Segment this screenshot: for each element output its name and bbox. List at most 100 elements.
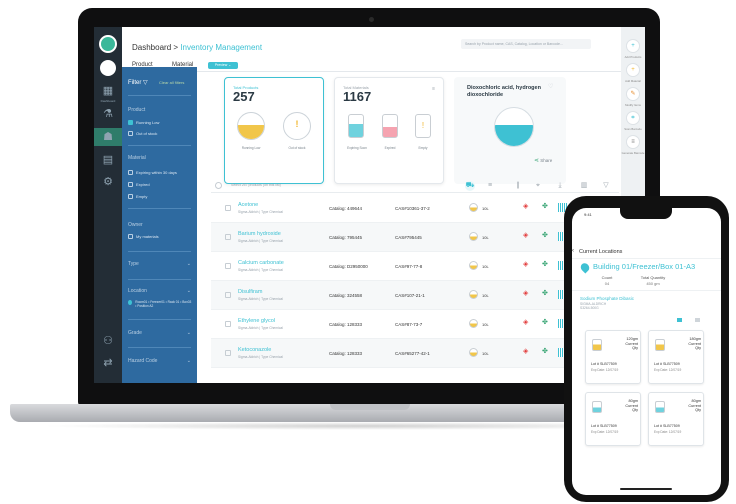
filter-section-type[interactable]: Type — [128, 261, 139, 267]
location-icon[interactable]: ⌖ — [533, 181, 543, 191]
lot-number: Lot # SLB77509 — [654, 362, 680, 366]
row-checkbox[interactable] — [225, 205, 231, 211]
hazard-icon: ◈ — [523, 319, 529, 326]
filter-section-product: Product — [128, 107, 146, 113]
switch-lab-icon[interactable]: ⇄ — [99, 354, 117, 372]
add-product-icon[interactable]: + — [626, 39, 640, 53]
product-meta: Sigma-Aldrich | Type Chemical — [238, 355, 283, 359]
user-avatar[interactable] — [100, 60, 116, 76]
table-row[interactable]: Ethylene glycol Sigma-Aldrich | Type Che… — [211, 310, 619, 339]
product-detail-card[interactable]: Dioxochloric acid, hydrogen dioxochlorid… — [454, 77, 566, 184]
trash-icon[interactable]: ▥ — [579, 181, 589, 191]
environment-icon: ✤ — [542, 290, 548, 297]
row-checkbox[interactable] — [225, 234, 231, 240]
checkbox[interactable] — [128, 131, 133, 136]
home-indicator — [620, 488, 672, 490]
table-row[interactable]: Barium hydroxide Sigma-Aldrich | Type Ch… — [211, 223, 619, 252]
preview-chip[interactable]: Preview ⌄ — [208, 62, 238, 69]
location-item-card[interactable]: 120gm Current Qty Lot # SLB77509 Exp Date:… — [585, 330, 641, 384]
checkbox[interactable] — [128, 182, 133, 187]
chevron-down-icon[interactable]: ⌄ — [187, 261, 191, 267]
table-toolbar: Select 257 products (on this list) ⛟ ≡ ∥… — [211, 179, 619, 193]
product-name[interactable]: Ethylene glycol — [238, 318, 275, 324]
catalog: Catalog: D2950000 — [329, 264, 368, 269]
filter-location-value[interactable]: Room01 • Freezer01 • Rack 01 • Box03 • P… — [128, 300, 192, 308]
table-row[interactable]: Disulfiram Sigma-Aldrich | Type Chemical… — [211, 281, 619, 310]
search-input[interactable]: Search by Product name, CAS, Catalog, Lo… — [461, 39, 591, 49]
scan-barcode-icon[interactable]: ⌗ — [626, 111, 640, 125]
checkbox[interactable] — [128, 194, 133, 199]
filter-my-materials[interactable]: My materials — [128, 234, 159, 239]
location-item-card[interactable]: 180gm Current Qty Lot # SLB77509 Exp Date:… — [648, 330, 704, 384]
generate-barcode-icon[interactable]: ≡ — [626, 135, 640, 149]
table-row[interactable]: Acetone Sigma-Aldrich | Type Chemical Ca… — [211, 194, 619, 223]
barcode-icon[interactable]: ∥ — [513, 181, 523, 191]
dashboard-icon[interactable]: ▦ — [99, 82, 117, 100]
total-materials-card[interactable]: Total Materials 1167 ≡ Expiring Soon Exp… — [334, 77, 444, 184]
product-name[interactable]: Acetone — [238, 202, 258, 208]
status-time: 9:41 — [584, 212, 592, 217]
row-checkbox[interactable] — [225, 350, 231, 356]
environment-icon: ✤ — [542, 232, 548, 239]
heart-icon[interactable]: ♡ — [548, 83, 553, 90]
total-products-card[interactable]: Total Products 257 Running Low ! Out of … — [224, 77, 324, 184]
filter-expired[interactable]: Expired — [128, 182, 150, 187]
out-of-stock-label: Out of stock — [288, 146, 306, 150]
checkbox[interactable] — [128, 234, 133, 239]
menu-icon[interactable]: ≡ — [432, 86, 435, 92]
inventory-icon[interactable]: ⚗ — [99, 105, 117, 123]
equipment-icon[interactable]: ⚙ — [99, 173, 117, 191]
download-icon[interactable]: ⤓ — [555, 181, 565, 191]
filter-section-grade[interactable]: Grade — [128, 330, 142, 336]
add-material-icon[interactable]: + — [626, 63, 640, 77]
product-name[interactable]: Ketoconazole — [238, 347, 271, 353]
filter-empty[interactable]: Empty — [128, 194, 147, 199]
checkbox-checked[interactable] — [128, 120, 133, 125]
divider — [128, 319, 191, 320]
location-item-card[interactable]: 80gm Current Qty Lot # SLB77509 Exp Date: … — [585, 392, 641, 446]
filter-out-of-stock[interactable]: Out of stock — [128, 131, 157, 136]
rail-label: Add Material — [625, 79, 641, 83]
chevron-down-icon[interactable]: ⌄ — [187, 330, 191, 336]
share-button[interactable]: ⋖ Share — [534, 157, 552, 164]
checkbox[interactable] — [128, 170, 133, 175]
share-icon: ⋖ — [534, 158, 540, 164]
lab-book-icon[interactable]: ▤ — [99, 151, 117, 169]
filter-section-location[interactable]: Location — [128, 288, 147, 294]
product-name[interactable]: Barium hydroxide — [238, 231, 281, 237]
product-name[interactable]: Disulfiram — [238, 289, 262, 295]
filter-icon[interactable]: ▽ — [601, 181, 611, 191]
location-item-card[interactable]: 80gm Current Qty Lot # SLB77509 Exp Date: … — [648, 392, 704, 446]
row-checkbox[interactable] — [225, 321, 231, 327]
app-logo[interactable] — [99, 35, 117, 53]
table-row[interactable]: Calcium carbonate Sigma-Aldrich | Type C… — [211, 252, 619, 281]
list-view-icon[interactable]: ≡ — [485, 181, 495, 191]
requests-icon[interactable]: ☗ — [94, 128, 122, 146]
modify-items-icon[interactable]: ✎ — [626, 87, 640, 101]
filter-section-hazard[interactable]: Hazard Code — [128, 358, 157, 364]
table-row[interactable]: Ketoconazole Sigma-Aldrich | Type Chemic… — [211, 339, 619, 368]
product-name[interactable]: Sodium Phosphate Dibasic — [580, 296, 634, 301]
exp-date: Exp Date: 12/07/19 — [591, 430, 619, 434]
grid-view-icon[interactable] — [677, 318, 682, 322]
list-view-icon[interactable] — [695, 318, 700, 322]
cart-icon[interactable]: ⛟ — [465, 181, 475, 191]
chevron-down-icon[interactable]: ⌄ — [187, 358, 191, 364]
radio-selected[interactable] — [128, 300, 133, 305]
admin-icon[interactable]: ⚇ — [99, 332, 117, 350]
chevron-down-icon[interactable]: ⌄ — [187, 288, 191, 294]
breadcrumb-root[interactable]: Dashboard > — [132, 43, 178, 52]
row-checkbox[interactable] — [225, 292, 231, 298]
filter-running-low[interactable]: Running Low — [128, 120, 159, 125]
filter-expiring[interactable]: Expiring within 30 days — [128, 170, 177, 175]
row-checkbox[interactable] — [225, 263, 231, 269]
cas: CAS#97-77-8 — [395, 264, 423, 269]
jar-icon — [592, 401, 602, 413]
card-value: 1167 — [343, 89, 372, 104]
back-icon[interactable]: ‹ — [572, 248, 574, 254]
product-name[interactable]: Calcium carbonate — [238, 260, 284, 266]
divider — [128, 145, 191, 146]
count-value: 04 — [604, 281, 610, 286]
clear-filters-link[interactable]: Clear all filters — [159, 80, 184, 85]
select-all-checkbox[interactable] — [215, 182, 222, 189]
